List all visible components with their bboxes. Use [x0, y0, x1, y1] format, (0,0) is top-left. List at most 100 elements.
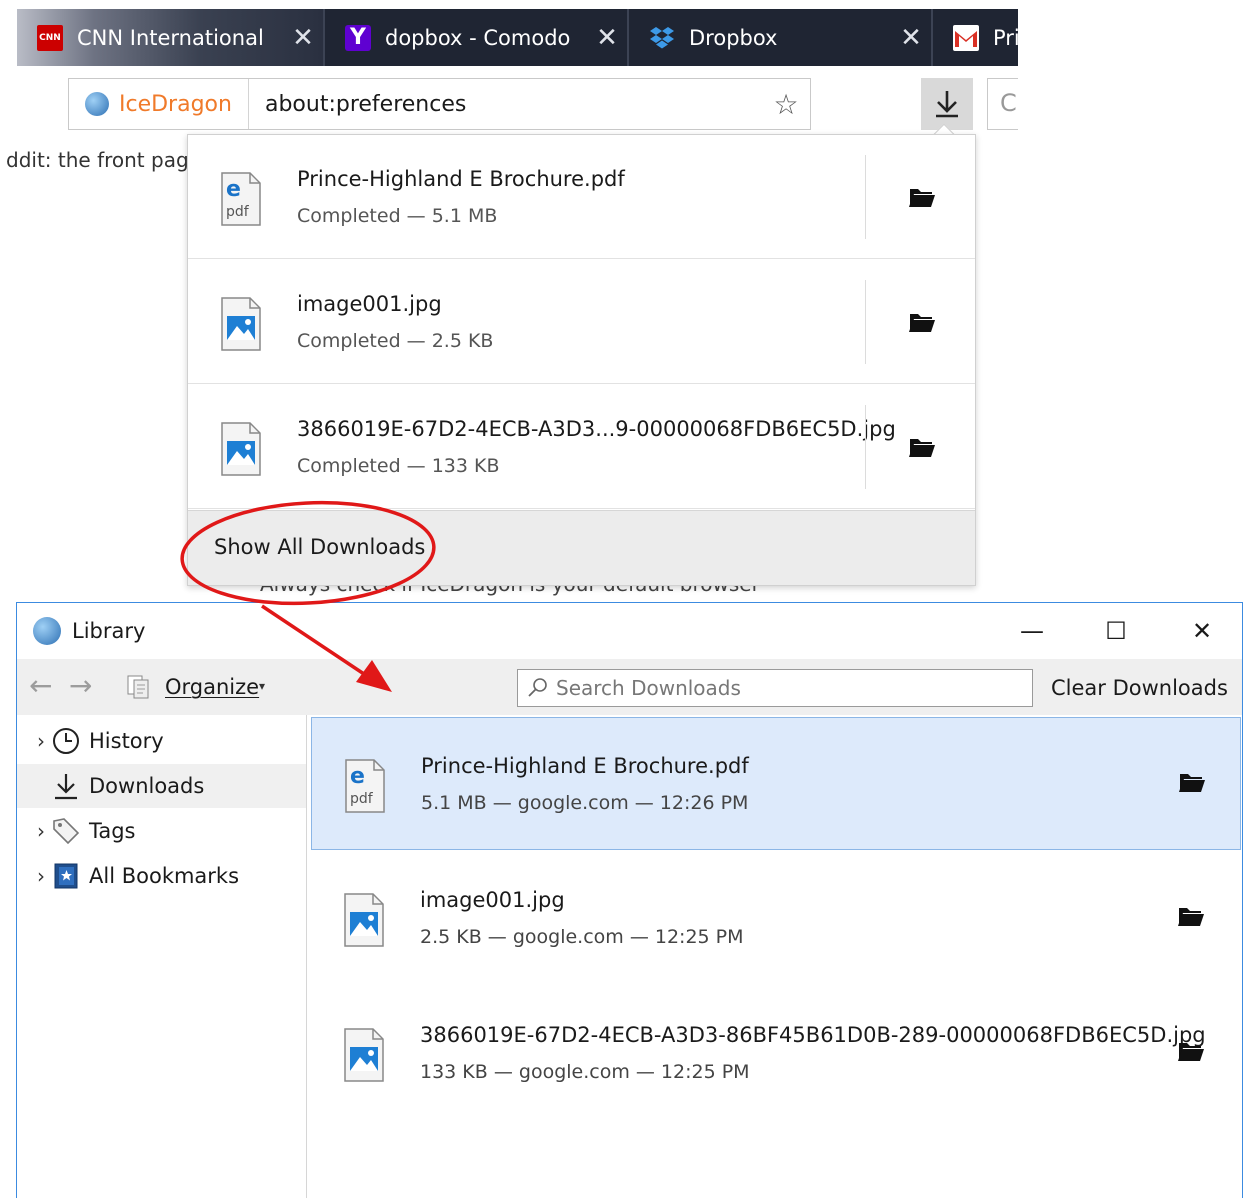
download-filename: Prince-Highland E Brochure.pdf	[421, 754, 749, 778]
download-row[interactable]: e pdf Prince-Highland E Brochure.pdf 5.1 …	[311, 717, 1241, 850]
open-folder-icon[interactable]	[1177, 904, 1205, 932]
tab-close-icon[interactable]: ✕	[891, 23, 931, 53]
tab-gmail[interactable]: Pri	[933, 9, 1019, 66]
tab-title: Dropbox	[689, 25, 778, 50]
divider	[865, 155, 866, 239]
download-item[interactable]: e pdf Prince-Highland E Brochure.pdf Comp…	[188, 135, 975, 259]
url-text[interactable]: about:preferences	[249, 92, 762, 117]
divider	[865, 280, 866, 364]
bookmarks-book-icon	[51, 861, 81, 891]
icedragon-app-icon	[33, 617, 61, 645]
open-folder-icon[interactable]	[1177, 1039, 1205, 1067]
open-folder-icon[interactable]	[908, 185, 936, 213]
download-row[interactable]: image001.jpg 2.5 KB — google.com — 12:25…	[311, 852, 1241, 985]
clear-downloads-button[interactable]: Clear Downloads	[1051, 676, 1228, 700]
image-file-icon	[343, 1027, 385, 1087]
library-sidebar: › History Downloads › Tags › All Bookmar…	[17, 715, 307, 1198]
identity-label: IceDragon	[119, 91, 232, 117]
show-all-downloads-button[interactable]: Show All Downloads	[214, 535, 425, 559]
search-input[interactable]	[556, 674, 1016, 702]
chevron-down-icon: ▾	[259, 679, 266, 693]
tab-title: Pri	[993, 25, 1019, 50]
tab-title: CNN International	[77, 25, 264, 50]
library-titlebar: Library — ☐ ✕	[17, 603, 1242, 659]
open-folder-icon[interactable]	[908, 435, 936, 463]
background-page-text: ddit: the front pag	[6, 148, 189, 172]
expand-chevron-icon[interactable]: ›	[17, 729, 51, 753]
download-status: Completed — 5.1 MB	[297, 205, 498, 227]
yahoo-favicon: Y	[345, 24, 371, 51]
download-filename: 3866019E-67D2-4ECB-A3D3-86BF45B61D0B-289…	[420, 1023, 1206, 1047]
download-arrow-icon	[936, 91, 958, 118]
download-status: Completed — 2.5 KB	[297, 330, 494, 352]
identity-box[interactable]: IceDragon	[69, 79, 249, 129]
image-file-icon	[220, 421, 262, 481]
sidebar-item-label: Downloads	[89, 774, 205, 798]
tab-close-icon[interactable]: ✕	[587, 23, 627, 53]
organize-menu-button[interactable]: Organize	[165, 675, 259, 699]
download-status: 133 KB — google.com — 12:25 PM	[420, 1061, 750, 1083]
close-button[interactable]: ✕	[1179, 613, 1225, 649]
search-bar-stub[interactable]: C	[987, 78, 1018, 130]
url-bar[interactable]: IceDragon about:preferences ☆	[68, 78, 811, 130]
svg-text:e: e	[226, 177, 241, 202]
sidebar-item-label: All Bookmarks	[89, 864, 240, 888]
sidebar-item-label: History	[89, 729, 164, 753]
tag-icon	[51, 816, 81, 846]
tab-dropbox[interactable]: Dropbox ✕	[629, 9, 931, 66]
sidebar-item-all-bookmarks[interactable]: › All Bookmarks	[17, 854, 306, 898]
maximize-button[interactable]: ☐	[1093, 613, 1139, 649]
organize-icon	[125, 673, 153, 701]
tab-title: dopbox - Comodo	[385, 25, 571, 50]
tab-cnn-international[interactable]: CNN CNN International ✕	[17, 9, 323, 66]
image-file-icon	[220, 296, 262, 356]
download-filename: 3866019E-67D2-4ECB-A3D3...9-00000068FDB6…	[297, 417, 896, 441]
image-file-icon	[343, 892, 385, 952]
minimize-button[interactable]: —	[1009, 613, 1055, 649]
tab-close-icon[interactable]: ✕	[283, 23, 323, 53]
panel-footer: Show All Downloads	[188, 510, 975, 585]
search-icon	[526, 676, 550, 704]
sidebar-item-history[interactable]: › History	[17, 719, 306, 763]
downloads-panel: e pdf Prince-Highland E Brochure.pdf Comp…	[187, 134, 976, 586]
library-window: Library — ☐ ✕ ← → Organize ▾ Clear Downl…	[16, 602, 1243, 1198]
dropbox-favicon	[649, 25, 675, 51]
search-downloads-box[interactable]	[517, 669, 1033, 707]
expand-chevron-icon[interactable]: ›	[17, 864, 51, 888]
svg-text:pdf: pdf	[226, 204, 250, 220]
tab-strip: CNN CNN International ✕ Y dopbox - Comod…	[17, 9, 1019, 66]
download-filename: Prince-Highland E Brochure.pdf	[297, 167, 625, 191]
window-title: Library	[72, 619, 146, 643]
gmail-favicon	[953, 24, 979, 51]
downloads-toolbar-button[interactable]	[921, 78, 973, 130]
download-arrow-icon	[51, 771, 81, 801]
download-filename: image001.jpg	[297, 292, 442, 316]
svg-text:e: e	[350, 764, 365, 789]
bookmark-star-icon[interactable]: ☆	[762, 88, 810, 121]
download-row[interactable]: 3866019E-67D2-4ECB-A3D3-86BF45B61D0B-289…	[311, 987, 1241, 1120]
download-status: 2.5 KB — google.com — 12:25 PM	[420, 926, 744, 948]
forward-arrow-icon[interactable]: →	[69, 669, 92, 702]
tab-dopbox-comodo[interactable]: Y dopbox - Comodo ✕	[325, 9, 627, 66]
back-arrow-icon[interactable]: ←	[29, 669, 52, 702]
sidebar-item-tags[interactable]: › Tags	[17, 809, 306, 853]
download-item[interactable]: 3866019E-67D2-4ECB-A3D3...9-00000068FDB6…	[188, 385, 975, 509]
icedragon-globe-icon	[85, 92, 109, 116]
pdf-file-icon: e pdf	[220, 171, 262, 231]
divider	[865, 405, 866, 489]
download-filename: image001.jpg	[420, 888, 565, 912]
svg-text:pdf: pdf	[350, 791, 374, 807]
downloads-list: e pdf Prince-Highland E Brochure.pdf 5.1 …	[308, 715, 1242, 1198]
pdf-file-icon: e pdf	[344, 758, 386, 818]
cnn-favicon: CNN	[37, 24, 63, 51]
history-clock-icon	[51, 726, 81, 756]
expand-chevron-icon[interactable]: ›	[17, 819, 51, 843]
library-toolbar: ← → Organize ▾ Clear Downloads	[17, 659, 1242, 715]
download-status: Completed — 133 KB	[297, 455, 500, 477]
download-item[interactable]: image001.jpg Completed — 2.5 KB	[188, 260, 975, 384]
sidebar-item-label: Tags	[89, 819, 136, 843]
open-folder-icon[interactable]	[908, 310, 936, 338]
open-folder-icon[interactable]	[1178, 770, 1206, 798]
download-status: 5.1 MB — google.com — 12:26 PM	[421, 792, 749, 814]
sidebar-item-downloads[interactable]: Downloads	[17, 764, 306, 808]
